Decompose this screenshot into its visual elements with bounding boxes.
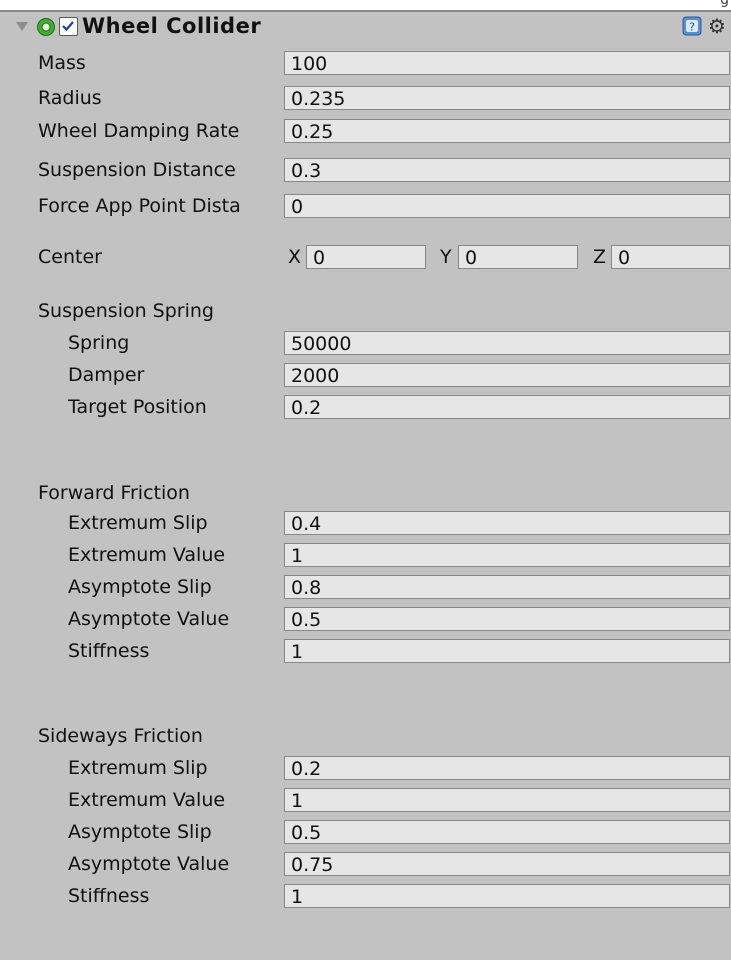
forward-asymptote-value-label: Asymptote Value bbox=[68, 608, 230, 630]
mass-field[interactable]: 100 bbox=[284, 51, 730, 75]
sideways-friction-header: Sideways Friction bbox=[38, 725, 203, 747]
forward-extremum-value-field[interactable]: 1 bbox=[284, 543, 730, 567]
sideways-asymptote-value-label: Asymptote Value bbox=[68, 853, 230, 875]
triangle-down-icon[interactable] bbox=[16, 22, 28, 31]
sideways-stiffness-label: Stiffness bbox=[68, 885, 150, 907]
damper-label: Damper bbox=[68, 364, 145, 386]
forward-stiffness-field[interactable]: 1 bbox=[284, 639, 730, 663]
forward-asymptote-slip-label: Asymptote Slip bbox=[68, 576, 212, 598]
svg-text:?: ? bbox=[689, 21, 695, 34]
mass-label: Mass bbox=[38, 52, 86, 74]
forward-extremum-slip-field[interactable]: 0.4 bbox=[284, 511, 730, 535]
wheel-collider-icon bbox=[37, 18, 55, 36]
enabled-checkbox[interactable] bbox=[59, 17, 78, 36]
sideways-asymptote-value-field[interactable]: 0.75 bbox=[284, 852, 730, 876]
component-title: Wheel Collider bbox=[82, 14, 262, 38]
gear-icon[interactable]: ⚙ bbox=[708, 14, 726, 38]
sideways-asymptote-slip-field[interactable]: 0.5 bbox=[284, 820, 730, 844]
center-y-field[interactable]: 0 bbox=[458, 245, 578, 269]
sideways-asymptote-slip-label: Asymptote Slip bbox=[68, 821, 212, 843]
center-x-field[interactable]: 0 bbox=[306, 245, 426, 269]
sideways-extremum-value-label: Extremum Value bbox=[68, 789, 226, 811]
center-x-label: X bbox=[288, 246, 302, 268]
sideways-extremum-value-field[interactable]: 1 bbox=[284, 788, 730, 812]
sideways-extremum-slip-label: Extremum Slip bbox=[68, 757, 208, 779]
target-position-label: Target Position bbox=[68, 396, 207, 418]
forward-extremum-slip-label: Extremum Slip bbox=[68, 512, 208, 534]
radius-label: Radius bbox=[38, 87, 102, 109]
suspension-distance-field[interactable]: 0.3 bbox=[284, 158, 730, 182]
spring-field[interactable]: 50000 bbox=[284, 331, 730, 355]
forward-asymptote-slip-field[interactable]: 0.8 bbox=[284, 575, 730, 599]
forward-asymptote-value-field[interactable]: 0.5 bbox=[284, 607, 730, 631]
forward-friction-header: Forward Friction bbox=[38, 482, 190, 504]
wheel-damping-rate-field[interactable]: 0.25 bbox=[284, 119, 730, 143]
truncated-header-text: g bbox=[720, 0, 729, 8]
wheel-damping-rate-label: Wheel Damping Rate bbox=[38, 120, 240, 142]
force-app-point-distance-field[interactable]: 0 bbox=[284, 194, 730, 218]
sideways-stiffness-field[interactable]: 1 bbox=[284, 884, 730, 908]
center-z-field[interactable]: 0 bbox=[611, 245, 730, 269]
radius-field[interactable]: 0.235 bbox=[284, 86, 730, 110]
damper-field[interactable]: 2000 bbox=[284, 363, 730, 387]
forward-extremum-value-label: Extremum Value bbox=[68, 544, 226, 566]
center-y-label: Y bbox=[440, 246, 452, 268]
component-header[interactable]: Wheel Collider ? ⚙ bbox=[0, 12, 731, 46]
center-z-label: Z bbox=[593, 246, 607, 268]
target-position-field[interactable]: 0.2 bbox=[284, 395, 730, 419]
checkmark-icon bbox=[62, 21, 74, 31]
force-app-point-distance-label: Force App Point Dista bbox=[38, 195, 241, 217]
forward-stiffness-label: Stiffness bbox=[68, 640, 150, 662]
suspension-spring-header: Suspension Spring bbox=[38, 300, 214, 322]
spring-label: Spring bbox=[68, 332, 130, 354]
sideways-extremum-slip-field[interactable]: 0.2 bbox=[284, 756, 730, 780]
suspension-distance-label: Suspension Distance bbox=[38, 159, 236, 181]
help-icon[interactable]: ? bbox=[682, 16, 702, 36]
center-label: Center bbox=[38, 246, 102, 268]
top-strip: g bbox=[0, 0, 731, 12]
